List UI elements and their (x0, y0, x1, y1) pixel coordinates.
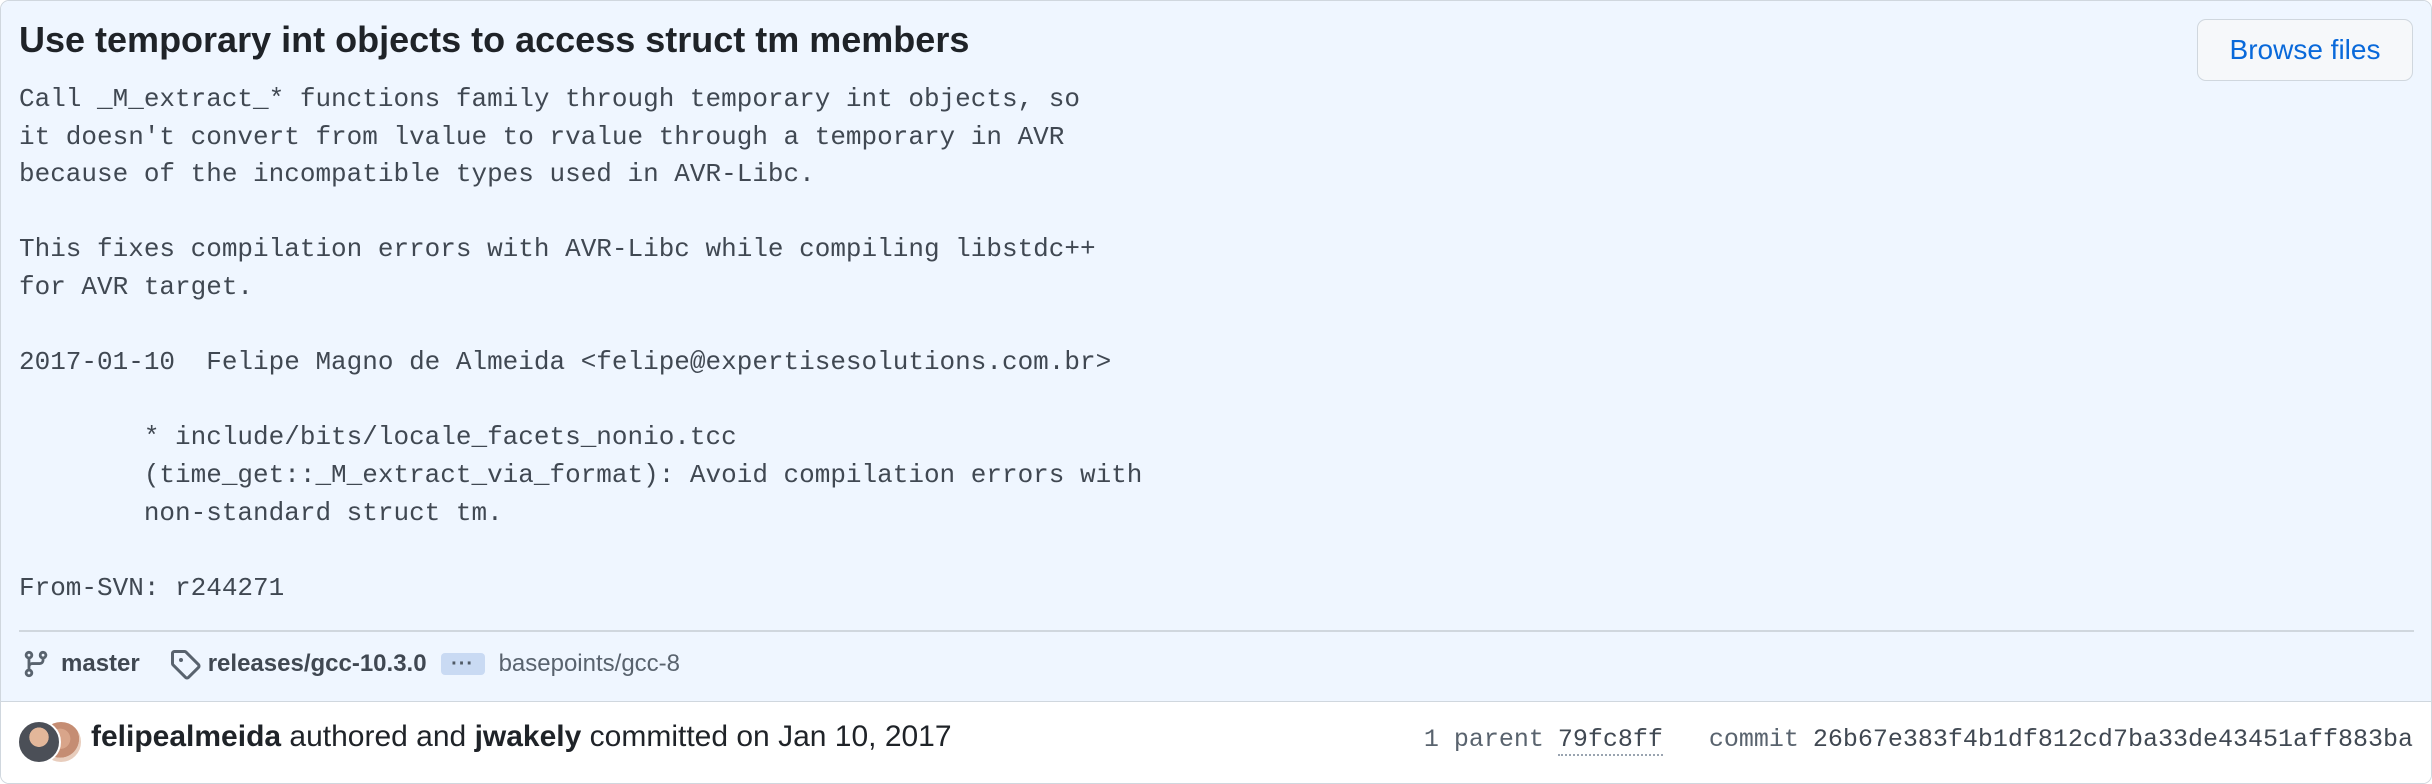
tag-icon (168, 647, 202, 681)
avatar-stack[interactable] (17, 720, 83, 764)
commit-sha: 26b67e383f4b1df812cd7ba33de43451aff883ba (1812, 725, 2413, 754)
browse-files-button[interactable]: Browse files (2197, 19, 2413, 81)
expand-refs-button[interactable]: ··· (440, 653, 485, 675)
branch-link-master[interactable]: master (61, 650, 140, 678)
divider (19, 630, 2414, 632)
commit-footer: felipealmeida authored and jwakely commi… (1, 702, 2431, 783)
authored-text: authored and (281, 720, 475, 753)
commit-meta: 1 parent 79fc8ff commit 26b67e383f4b1df8… (1424, 725, 2413, 756)
parent-label: 1 parent (1423, 725, 1544, 754)
git-branch-icon (19, 647, 53, 681)
tag-link-release[interactable]: releases/gcc-10.3.0 (208, 650, 427, 678)
committed-date-text: committed on Jan 10, 2017 (581, 720, 952, 753)
commit-attribution: felipealmeida authored and jwakely commi… (91, 720, 952, 754)
commit-message: Call _M_extract_* functions family throu… (19, 84, 1143, 603)
avatar-author[interactable] (17, 720, 61, 764)
author-link[interactable]: felipealmeida (91, 720, 281, 753)
commit-box: Use temporary int objects to access stru… (0, 0, 2432, 784)
committer-link[interactable]: jwakely (475, 720, 582, 753)
commit-label: commit (1708, 725, 1799, 754)
parent-sha-link[interactable]: 79fc8ff (1557, 725, 1663, 756)
commit-title: Use temporary int objects to access stru… (19, 19, 970, 60)
tag-link-basepoint[interactable]: basepoints/gcc-8 (499, 650, 680, 678)
branch-list: master releases/gcc-10.3.0 ··· basepoint… (19, 645, 680, 683)
commit-header: Use temporary int objects to access stru… (1, 1, 2431, 702)
